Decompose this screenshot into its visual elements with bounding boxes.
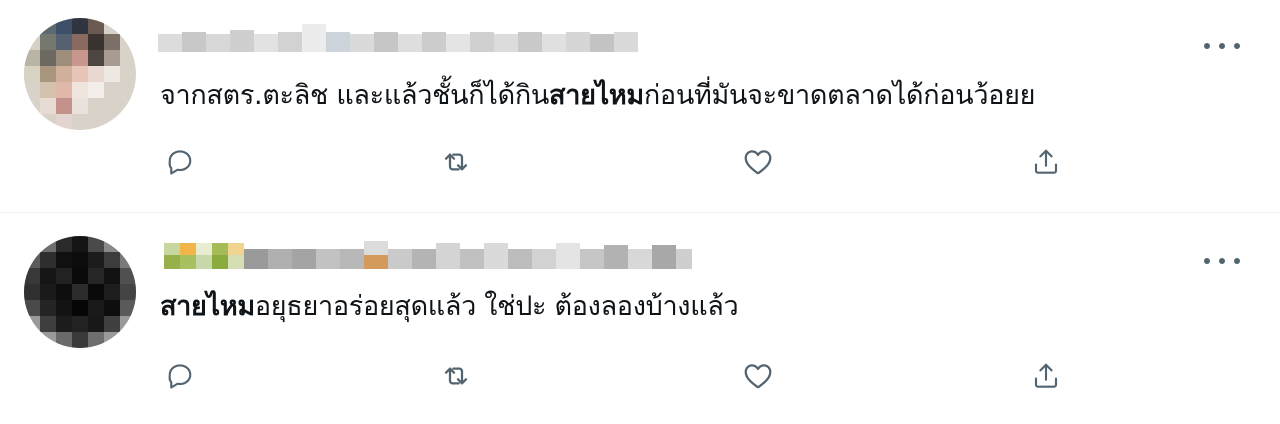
more-options-icon[interactable] xyxy=(1204,36,1240,56)
retweet-icon[interactable] xyxy=(436,356,476,396)
avatar[interactable] xyxy=(24,18,136,130)
share-icon[interactable] xyxy=(1026,356,1066,396)
tweet-text: สายไหมอยุธยาอร่อยสุดแล้ว ใช่ปะ ต้องลองบ้… xyxy=(160,291,739,322)
more-options-icon[interactable] xyxy=(1204,251,1240,271)
tweet-feed: จากสตร.ตะลิช และแล้วชั้นก็ได้กินสายไหมก่… xyxy=(0,0,1280,424)
tweet-actions xyxy=(160,142,1060,182)
tweet[interactable]: จากสตร.ตะลิช และแล้วชั้นก็ได้กินสายไหมก่… xyxy=(0,0,1280,213)
reply-icon[interactable] xyxy=(160,356,200,396)
user-name-blurred[interactable] xyxy=(158,22,648,58)
tweet[interactable]: สายไหมอยุธยาอร่อยสุดแล้ว ใช่ปะ ต้องลองบ้… xyxy=(0,213,1280,424)
tweet-text: จากสตร.ตะลิช และแล้วชั้นก็ได้กินสายไหมก่… xyxy=(160,80,1036,111)
avatar[interactable] xyxy=(24,236,136,348)
share-icon[interactable] xyxy=(1026,142,1066,182)
reply-icon[interactable] xyxy=(160,142,200,182)
like-icon[interactable] xyxy=(738,356,778,396)
like-icon[interactable] xyxy=(738,142,778,182)
retweet-icon[interactable] xyxy=(436,142,476,182)
tweet-actions xyxy=(160,356,1060,396)
user-name-blurred[interactable] xyxy=(158,235,698,271)
